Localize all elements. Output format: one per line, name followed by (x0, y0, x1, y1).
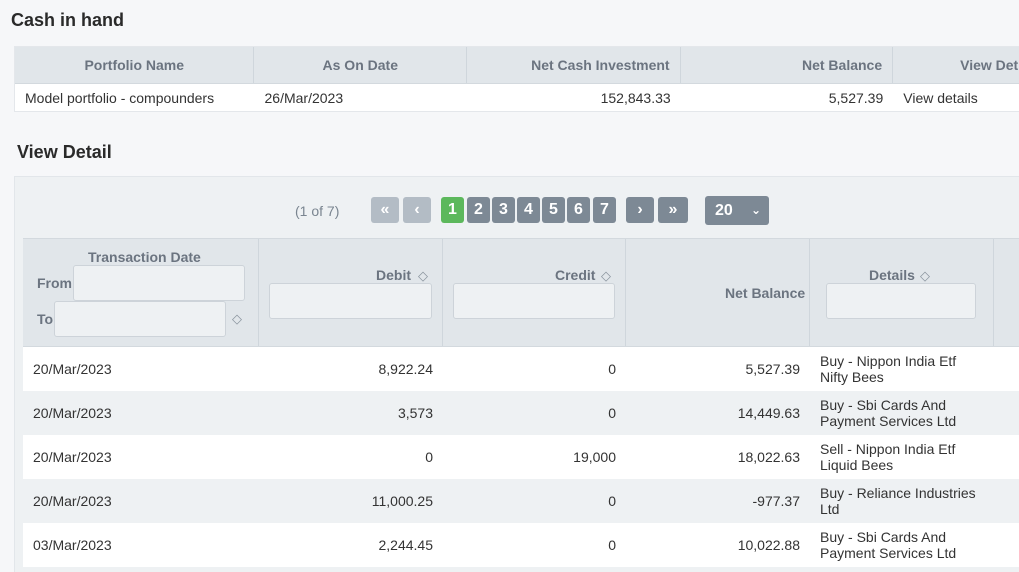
from-label: From: (37, 275, 77, 291)
row-date: 20/Mar/2023 (33, 361, 112, 377)
table-row: 20/Mar/2023 11,000.25 0 -977.37 Buy - Re… (23, 479, 1019, 523)
page-3-button[interactable]: 3 (492, 197, 515, 223)
sort-icon[interactable]: ◇ (601, 268, 611, 284)
cash-summary-table: Portfolio Name As On Date Net Cash Inves… (14, 46, 1019, 112)
credit-filter-input[interactable] (453, 283, 615, 319)
debit-filter-input[interactable] (269, 283, 432, 319)
first-page-button[interactable]: « (371, 197, 399, 223)
chevron-right-icon: › (637, 201, 643, 218)
net-balance-label: Net Balance (725, 285, 806, 301)
transactions-header-row: Transaction Date From: To: ◇ Debit ◇ Cre… (23, 238, 1019, 347)
chevron-left-icon: ‹ (414, 201, 420, 218)
row-credit: 0 (608, 537, 616, 553)
page-2-button[interactable]: 2 (467, 197, 490, 223)
table-row: 03/Mar/2023 2,244.45 0 10,022.88 Buy - S… (23, 523, 1019, 567)
summary-header-row: Portfolio Name As On Date Net Cash Inves… (15, 47, 1019, 84)
sort-icon[interactable]: ◇ (418, 268, 428, 284)
page-1-button[interactable]: 1 (441, 197, 464, 223)
table-row: 20/Mar/2023 3,573 0 14,449.63 Buy - Sbi … (23, 391, 1019, 435)
header-portfolio-name: Portfolio Name (15, 47, 255, 83)
cash-in-hand-title: Cash in hand (11, 10, 125, 30)
page-7-button[interactable]: 7 (593, 197, 616, 223)
date-to-input[interactable] (54, 301, 226, 337)
row-details: Sell - Nippon India Etf Liquid Bees (820, 441, 956, 473)
row-net-balance: 10,022.88 (737, 537, 800, 553)
row-date: 20/Mar/2023 (33, 449, 112, 465)
row-details: Buy - Nippon India Etf Nifty Bees (820, 353, 957, 385)
header-net-balance-col: Net Balance (626, 239, 810, 346)
header-details[interactable]: Details ◇ (810, 239, 994, 346)
prev-page-button[interactable]: ‹ (403, 197, 431, 223)
sort-icon[interactable]: ◇ (232, 311, 242, 327)
debit-label: Debit (376, 267, 411, 283)
row-extra (994, 435, 1019, 479)
net-balance: 5,527.39 (828, 90, 884, 106)
transactions-table: Transaction Date From: To: ◇ Debit ◇ Cre… (23, 238, 1019, 567)
row-extra (994, 391, 1019, 435)
row-extra (994, 523, 1019, 567)
header-extra-col (994, 239, 1019, 346)
row-credit: 0 (608, 493, 616, 509)
header-credit[interactable]: Credit ◇ (443, 239, 626, 346)
header-transaction-date: Transaction Date From: To: ◇ (23, 239, 259, 346)
page-6-button[interactable]: 6 (567, 197, 590, 223)
rows-per-page-value: 20 (715, 202, 733, 219)
chevron-down-icon: ⌄ (750, 203, 761, 217)
row-details: Buy - Sbi Cards And Payment Services Ltd (820, 529, 957, 561)
header-debit[interactable]: Debit ◇ (259, 239, 443, 346)
row-credit: 0 (608, 405, 616, 421)
view-detail-title: View Detail (17, 142, 112, 162)
last-page-button[interactable]: » (658, 197, 688, 223)
row-net-balance: -977.37 (752, 493, 800, 509)
row-debit: 8,922.24 (378, 361, 434, 377)
row-debit: 3,573 (397, 405, 433, 421)
row-debit: 11,000.25 (371, 493, 433, 509)
table-row: 20/Mar/2023 8,922.24 0 5,527.39 Buy - Ni… (23, 347, 1019, 391)
row-extra (994, 479, 1019, 523)
row-details: Buy - Sbi Cards And Payment Services Ltd (820, 397, 957, 429)
header-net-balance: Net Balance (681, 47, 894, 83)
summary-row: Model portfolio - compounders 26/Mar/202… (15, 84, 1019, 113)
transaction-date-label: Transaction Date (88, 249, 201, 265)
row-net-balance: 5,527.39 (745, 361, 801, 377)
paginator: (1 of 7) « ‹ 1 2 3 4 5 6 7 › » 20 ⌄ (15, 177, 1019, 237)
header-view-details: View Det (960, 57, 1019, 73)
row-debit: 2,244.45 (378, 537, 434, 553)
net-cash-investment: 152,843.33 (600, 90, 671, 106)
row-date: 03/Mar/2023 (33, 537, 112, 553)
next-page-button[interactable]: › (626, 197, 654, 223)
view-detail-panel: (1 of 7) « ‹ 1 2 3 4 5 6 7 › » 20 ⌄ Tran… (14, 176, 1019, 572)
rows-per-page-select[interactable]: 20 ⌄ (705, 196, 769, 225)
header-as-on-date: As On Date (254, 47, 468, 83)
portfolio-name: Model portfolio - compounders (25, 90, 215, 106)
header-net-cash-investment: Net Cash Investment (467, 47, 681, 83)
details-label: Details (869, 267, 915, 283)
page-4-button[interactable]: 4 (517, 197, 540, 223)
row-date: 20/Mar/2023 (33, 493, 112, 509)
row-debit: 0 (425, 449, 433, 465)
table-row: 20/Mar/2023 0 19,000 18,022.63 Sell - Ni… (23, 435, 1019, 479)
row-details: Buy - Reliance Industries Ltd (820, 485, 976, 517)
date-from-input[interactable] (73, 265, 245, 301)
row-net-balance: 18,022.63 (737, 449, 800, 465)
double-chevron-right-icon: » (668, 201, 678, 218)
details-filter-input[interactable] (826, 283, 976, 319)
page-5-button[interactable]: 5 (542, 197, 565, 223)
credit-label: Credit (555, 267, 596, 283)
row-credit: 0 (608, 361, 616, 377)
view-details-link[interactable]: View details (893, 84, 1019, 113)
row-date: 20/Mar/2023 (33, 405, 112, 421)
row-extra (994, 347, 1019, 391)
double-chevron-left-icon: « (380, 201, 390, 218)
page-info: (1 of 7) (295, 203, 340, 219)
sort-icon[interactable]: ◇ (920, 268, 930, 284)
as-on-date: 26/Mar/2023 (264, 90, 344, 106)
row-credit: 19,000 (573, 449, 616, 465)
row-net-balance: 14,449.63 (737, 405, 800, 421)
